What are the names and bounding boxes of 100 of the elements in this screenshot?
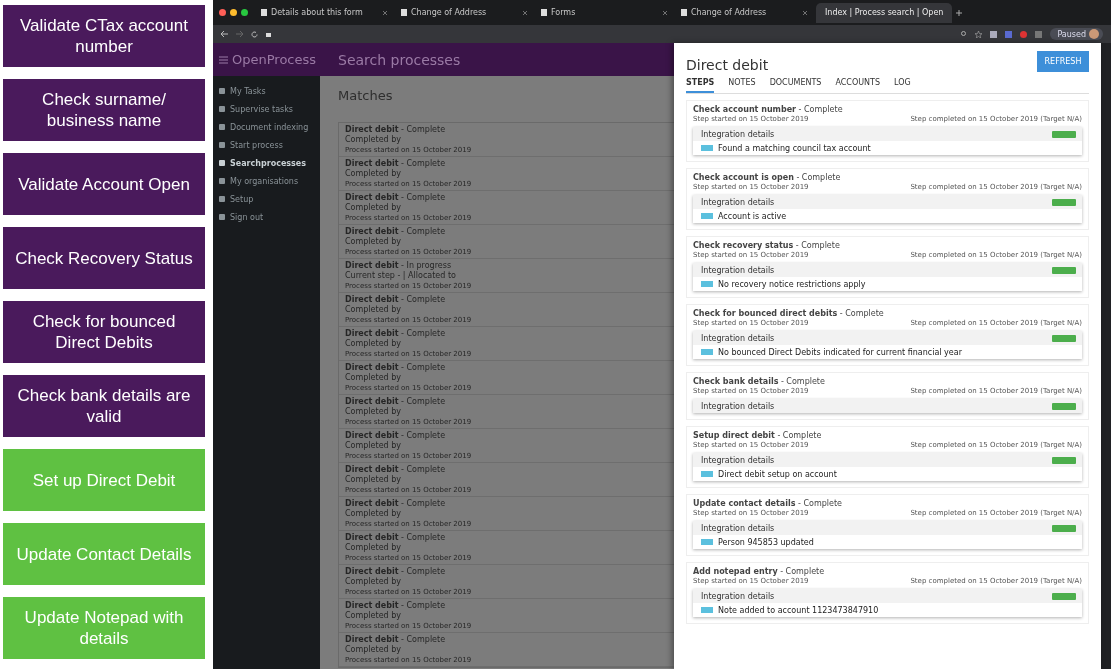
status-badge [1052, 592, 1076, 600]
nav-icon [219, 178, 225, 184]
process-detail: Completed by [345, 644, 402, 655]
process-detail: Completed by [345, 372, 402, 383]
profile-button[interactable]: Paused [1050, 28, 1103, 40]
close-icon[interactable] [803, 10, 807, 15]
process-title: Direct debit - Complete [345, 464, 447, 475]
info-tag [701, 349, 713, 355]
process-detail: Completed by [345, 338, 402, 349]
process-detail: Completed by [345, 304, 402, 315]
process-detail: Completed by [345, 134, 402, 145]
step-label: Validate Account Open [3, 153, 205, 215]
step-label: Check for bounced Direct Debits [3, 301, 205, 363]
process-detail: Completed by [345, 202, 402, 213]
sidebar-item[interactable]: Sign out [213, 208, 320, 226]
page-icon [681, 9, 687, 16]
integration-label: Integration details [701, 401, 775, 411]
sidebar-item[interactable]: My Tasks [213, 82, 320, 100]
sidebar-item[interactable]: Document indexing [213, 118, 320, 136]
tab[interactable]: DOCUMENTS [769, 75, 822, 93]
integration-label: Integration details [701, 129, 775, 139]
forward-icon[interactable] [236, 31, 243, 37]
integration-message: Account is active [718, 211, 787, 221]
panel-title: Direct debit [686, 56, 769, 73]
process-title: Direct debit - Complete [345, 124, 447, 135]
info-tag [701, 471, 713, 477]
sidebar-item[interactable]: Searchprocesses [213, 154, 320, 172]
browser-tab[interactable]: Forms [536, 2, 672, 23]
status-badge [1052, 524, 1076, 532]
nav-icon [219, 196, 225, 202]
step-title: Setup direct debit - Complete [693, 431, 823, 440]
integration-label: Integration details [701, 197, 775, 207]
process-detail: Completed by [345, 508, 402, 519]
step-label: Validate CTax account number [3, 5, 205, 67]
process-detail: Completed by [345, 542, 402, 553]
sidebar-item[interactable]: Supervise tasks [213, 100, 320, 118]
status-badge [1052, 130, 1076, 138]
step-label: Check bank details are valid [3, 375, 205, 437]
process-title: Direct debit - Complete [345, 294, 447, 305]
integration-message: Person 945853 updated [718, 537, 814, 547]
nav-icon [219, 106, 225, 112]
nav-icon [219, 124, 225, 130]
integration-message: No recovery notice restrictions apply [718, 279, 866, 289]
info-tag [701, 539, 713, 545]
process-title: Direct debit - Complete [345, 634, 447, 645]
step-title: Check account is open - Complete [693, 173, 842, 182]
step-title: Check bank details - Complete [693, 377, 826, 386]
step-label: Update Contact Details [3, 523, 205, 585]
info-tag [701, 145, 713, 151]
browser-tab[interactable]: Change of Address [396, 2, 532, 23]
info-tag [701, 213, 713, 219]
sidebar-item[interactable]: Setup [213, 190, 320, 208]
process-title: Direct debit - Complete [345, 396, 447, 407]
section-title: Matches [338, 88, 393, 103]
status-badge [1052, 198, 1076, 206]
browser-tab[interactable]: Change of Address [676, 2, 812, 23]
reload-icon[interactable] [251, 30, 258, 38]
tab[interactable]: LOG [894, 75, 911, 93]
process-detail: Completed by [345, 474, 402, 485]
page-icon [261, 9, 267, 16]
tab[interactable]: STEPS [686, 75, 715, 93]
sidebar-item[interactable]: My organisations [213, 172, 320, 190]
process-title: Direct debit - Complete [345, 328, 447, 339]
process-title: Direct debit - Complete [345, 192, 447, 203]
sidebar-item[interactable]: Start process [213, 136, 320, 154]
menu-icon[interactable] [219, 55, 228, 64]
integration-message: No bounced Direct Debits indicated for current financial year [718, 347, 962, 357]
integration-label: Integration details [701, 455, 775, 465]
page-title: Search processes [320, 43, 674, 76]
refresh-button[interactable]: REFRESH [1037, 51, 1089, 72]
app-logo-text: OpenProcess [232, 52, 317, 67]
star-icon[interactable] [975, 30, 983, 38]
step-label: Set up Direct Debit [3, 449, 205, 511]
nav-icon [219, 160, 225, 166]
browser-tab[interactable]: Index | Process search | Open [816, 2, 952, 23]
status-badge [1052, 456, 1076, 464]
step-label: Check Recovery Status [3, 227, 205, 289]
process-title: Direct debit - Complete [345, 362, 447, 373]
close-icon[interactable] [383, 10, 387, 15]
nav-icon [219, 88, 225, 94]
back-icon[interactable] [221, 31, 228, 37]
page-icon [401, 9, 407, 16]
close-icon[interactable] [663, 10, 667, 15]
process-detail: Completed by [345, 406, 402, 417]
plus-icon[interactable] [956, 9, 962, 16]
step-title: Add notepad entry - Complete [693, 567, 826, 576]
window-controls-icon[interactable] [219, 9, 248, 16]
tab[interactable]: ACCOUNTS [835, 75, 881, 93]
integration-message: Direct debit setup on account [718, 469, 837, 479]
integration-label: Integration details [701, 265, 775, 275]
status-badge [1052, 266, 1076, 274]
integration-label: Integration details [701, 333, 775, 343]
process-detail: Completed by [345, 440, 402, 451]
tab[interactable]: NOTES [728, 75, 756, 93]
integration-label: Integration details [701, 523, 775, 533]
close-icon[interactable] [523, 10, 527, 15]
step-label: Check surname/ business name [3, 79, 205, 141]
process-title: Direct debit - Complete [345, 532, 447, 543]
process-detail: Current step - | Allocated to [345, 270, 457, 281]
browser-tab[interactable]: Details about this form [256, 2, 392, 23]
